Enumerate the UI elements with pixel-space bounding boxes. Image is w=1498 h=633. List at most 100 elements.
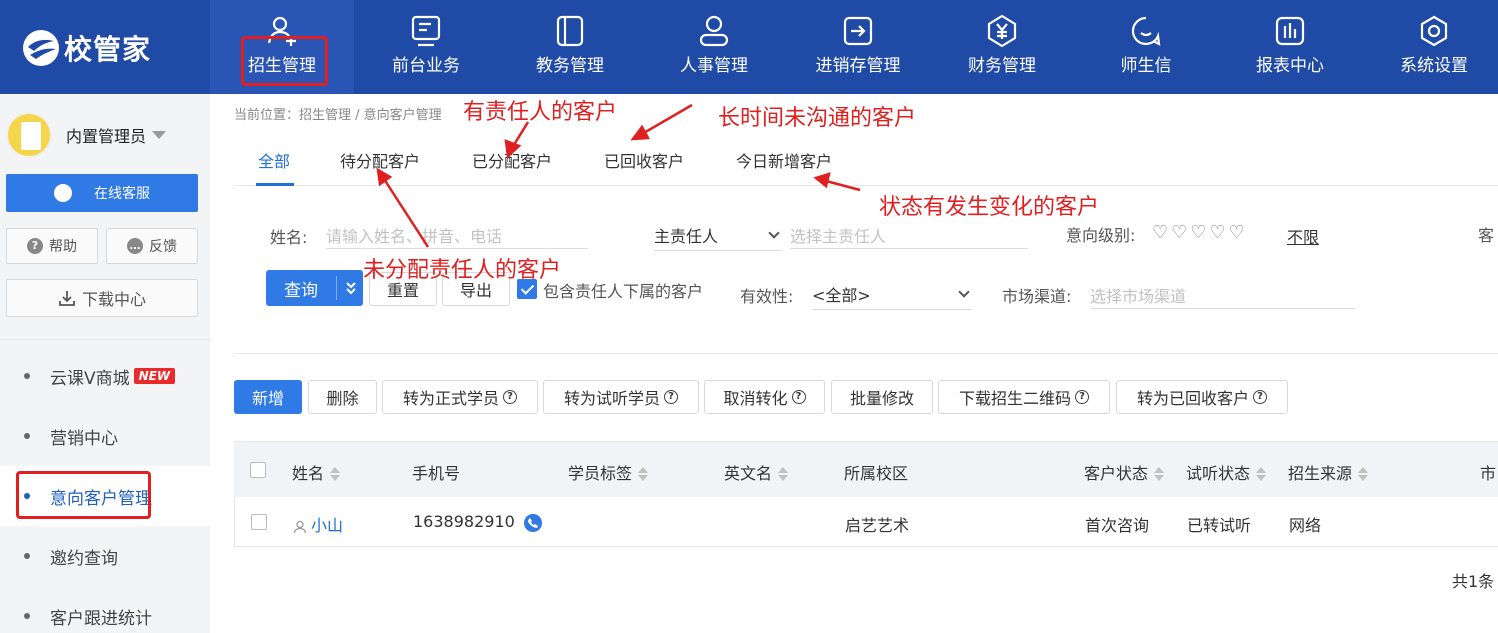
nav-item-academics[interactable]: 教务管理 — [498, 0, 642, 94]
nav-item-inventory[interactable]: 进销存管理 — [786, 0, 930, 94]
tab-recycled[interactable]: 已回收客户 — [604, 148, 684, 172]
chevron-down-icon — [768, 227, 780, 239]
annotation-responsible: 有责任人的客户 — [463, 100, 618, 125]
column-header-name[interactable]: 姓名 — [292, 460, 341, 484]
user-profile[interactable]: 内置管理员 — [6, 112, 167, 158]
nav-label: 师生信 — [1120, 56, 1172, 76]
logo-icon — [23, 30, 59, 66]
help-icon: ? — [503, 390, 517, 404]
select-all-checkbox[interactable] — [250, 462, 266, 478]
nav-item-hr[interactable]: 人事管理 — [642, 0, 786, 94]
book-icon — [556, 15, 584, 47]
cancel-conversion-button[interactable]: 取消转化? — [704, 380, 825, 414]
tab-all[interactable]: 全部 — [258, 148, 290, 172]
phone-call-icon[interactable] — [523, 513, 542, 532]
convert-formal-button[interactable]: 转为正式学员? — [382, 380, 538, 414]
brand-name: 校管家 — [64, 33, 152, 66]
tab-today-new[interactable]: 今日新增客户 — [736, 148, 832, 172]
channel-search-input[interactable]: 选择市场渠道 — [1090, 279, 1356, 309]
query-button[interactable]: 查询 — [266, 270, 363, 306]
nav-label: 人事管理 — [680, 56, 748, 76]
row-name-cell[interactable]: 小山 — [293, 512, 343, 536]
column-header-status[interactable]: 客户状态 — [1084, 460, 1165, 484]
owner-type-select[interactable]: 主责任人 — [654, 219, 782, 251]
add-button[interactable]: 新增 — [234, 380, 302, 414]
nav-item-settings[interactable]: 系统设置 — [1362, 0, 1498, 94]
name-search-input[interactable]: 请输入姓名、拼音、电话 — [326, 219, 588, 249]
nav-item-reports[interactable]: 报表中心 — [1218, 0, 1362, 94]
annotation-long-time: 长时间未沟通的客户 — [718, 106, 917, 131]
customer-name-link[interactable]: 小山 — [311, 516, 343, 535]
section-divider — [234, 353, 1498, 354]
owner-search-input[interactable]: 选择主责任人 — [790, 219, 1028, 249]
name-filter-label: 姓名: — [270, 228, 308, 247]
active-tab-indicator — [256, 183, 294, 186]
sidebar-item-label: 云课V商城 — [50, 368, 130, 389]
sidebar-item-mall[interactable]: 云课V商城 NEW — [0, 346, 210, 406]
convert-trial-button[interactable]: 转为试听学员? — [543, 380, 699, 414]
sidebar-item-marketing[interactable]: 营销中心 — [0, 406, 210, 466]
settings-icon — [1420, 15, 1448, 47]
convert-recycled-button[interactable]: 转为已回收客户? — [1116, 380, 1288, 414]
feedback-label: 反馈 — [149, 239, 177, 255]
nav-item-finance[interactable]: 财务管理 — [930, 0, 1074, 94]
query-dropdown-divider — [336, 276, 337, 300]
delete-button[interactable]: 删除 — [308, 380, 377, 414]
validity-value: <全部> — [812, 286, 871, 305]
brand-logo[interactable]: 校管家 — [20, 26, 151, 70]
avatar — [6, 112, 52, 158]
bar-chart-icon — [1275, 16, 1305, 46]
help-icon: ? — [791, 390, 806, 404]
intent-level-unlimited[interactable]: 不限 — [1287, 224, 1319, 248]
download-qrcode-button[interactable]: 下载招生二维码? — [938, 380, 1110, 414]
monitor-icon — [411, 15, 441, 47]
nav-label: 系统设置 — [1400, 56, 1468, 76]
feedback-button[interactable]: … 反馈 — [106, 228, 198, 264]
total-count: 共1条 — [1452, 572, 1495, 591]
table-header: 姓名 手机号 学员标签 英文名 所属校区 客户状态 试听状态 招生来源 市 — [234, 441, 1498, 497]
help-button[interactable]: ? 帮助 — [6, 228, 98, 264]
nav-item-messaging[interactable]: 师生信 — [1074, 0, 1218, 94]
validity-select[interactable]: <全部> — [812, 278, 972, 310]
nav-item-front-desk[interactable]: 前台业务 — [354, 0, 498, 94]
help-icon: ? — [1253, 390, 1267, 404]
chevron-down-icon — [152, 131, 167, 139]
intent-level-label: 意向级别: — [1066, 226, 1136, 245]
online-service-button[interactable]: 在线客服 — [6, 174, 198, 212]
query-label: 查询 — [284, 280, 318, 301]
annotation-unassigned: 未分配责任人的客户 — [363, 258, 562, 283]
double-chevron-down-icon[interactable] — [345, 281, 357, 295]
person-icon — [293, 520, 307, 533]
convert-formal-label: 转为正式学员 — [402, 389, 499, 408]
convert-trial-label: 转为试听学员 — [563, 389, 660, 408]
batch-edit-button[interactable]: 批量修改 — [831, 380, 933, 414]
arrow-to-recycled — [630, 103, 693, 141]
row-source-cell: 网络 — [1289, 516, 1322, 535]
sidebar-divider — [0, 339, 210, 340]
table-row[interactable]: 小山 1638982910 启艺艺术 首次咨询 已转试听 网络 — [234, 497, 1498, 547]
column-header-tag[interactable]: 学员标签 — [568, 460, 649, 484]
breadcrumb: 当前位置：招生管理 / 意向客户管理 — [234, 108, 442, 123]
column-header-phone: 手机号 — [412, 464, 461, 483]
sidebar-item-followup-stats[interactable]: 客户跟进统计 — [0, 586, 210, 633]
row-checkbox[interactable] — [251, 514, 267, 530]
column-header-trial[interactable]: 试听状态 — [1186, 460, 1267, 484]
feedback-icon: … — [127, 238, 143, 254]
intent-level-hearts[interactable]: ♡♡♡♡♡ — [1152, 222, 1248, 243]
annotation-status-changed: 状态有发生变化的客户 — [879, 195, 1100, 220]
row-status-cell: 首次咨询 — [1085, 516, 1150, 535]
tab-pending-assign[interactable]: 待分配客户 — [340, 148, 420, 172]
column-header-english-name[interactable]: 英文名 — [724, 460, 789, 484]
customer-filter-label-cut: 客 — [1478, 226, 1495, 245]
tab-assigned[interactable]: 已分配客户 — [472, 148, 552, 172]
nav-label: 财务管理 — [968, 56, 1036, 76]
column-header-campus: 所属校区 — [844, 464, 909, 483]
sidebar: 内置管理员 在线客服 ? 帮助 … 反馈 下载中心 云课V商城 NEW 营销中心… — [0, 94, 210, 633]
help-icon: ? — [1075, 390, 1089, 404]
row-trial-cell: 已转试听 — [1187, 516, 1252, 535]
column-header-source[interactable]: 招生来源 — [1288, 460, 1369, 484]
row-campus-cell: 启艺艺术 — [845, 516, 910, 535]
sidebar-item-invitations[interactable]: 邀约查询 — [0, 526, 210, 586]
download-center-button[interactable]: 下载中心 — [6, 279, 198, 317]
bullet-icon — [24, 373, 30, 379]
